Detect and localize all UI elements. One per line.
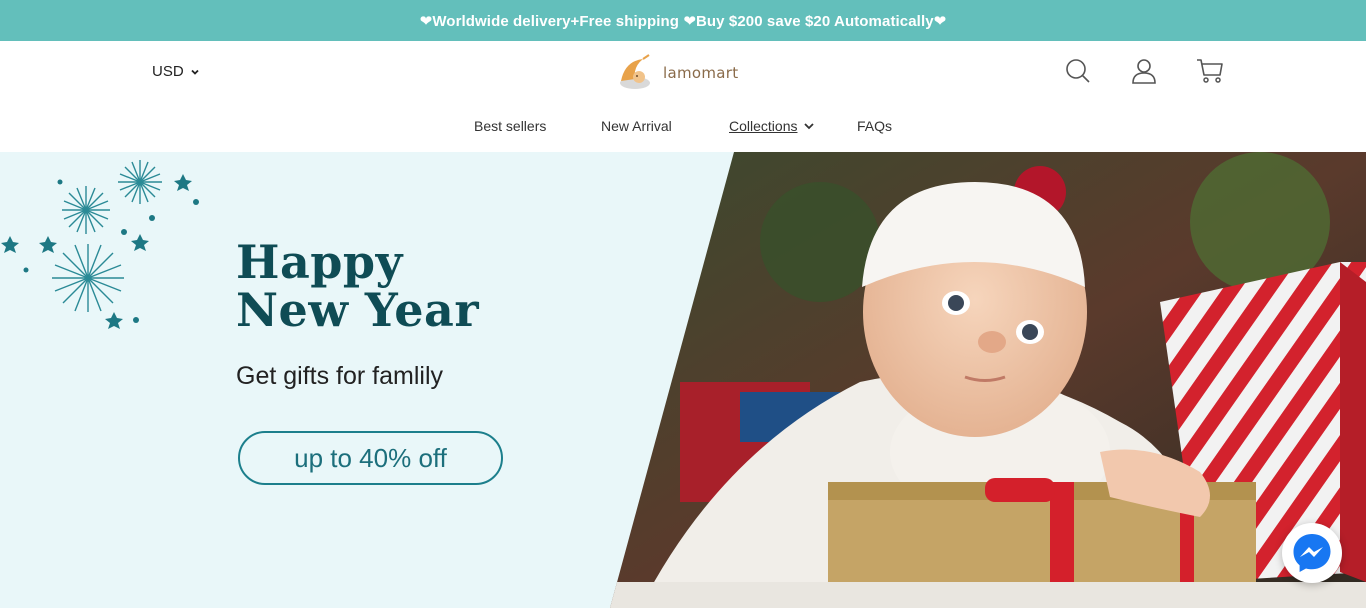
messenger-icon — [1293, 534, 1331, 572]
currency-label: USD — [152, 63, 184, 80]
hero-title-line2: New Year — [236, 283, 480, 337]
nav-collections[interactable]: Collections — [729, 118, 815, 134]
logo-mark-icon — [620, 54, 650, 89]
hero-subtitle: Get gifts for famlily — [236, 362, 443, 390]
discount-button[interactable]: up to 40% off — [238, 431, 503, 485]
nav-collections-label: Collections — [729, 118, 798, 134]
fireworks-decoration-icon — [1, 160, 199, 329]
nav-faqs[interactable]: FAQs — [857, 118, 892, 134]
nav-best-sellers[interactable]: Best sellers — [474, 118, 546, 134]
account-icon[interactable] — [1130, 57, 1158, 85]
search-icon[interactable] — [1064, 57, 1092, 85]
chevron-down-icon — [804, 123, 815, 130]
site-logo[interactable]: lamomart — [615, 53, 738, 93]
hero-title: Happy New Year — [236, 238, 479, 334]
nav-new-arrival[interactable]: New Arrival — [601, 118, 672, 134]
announcement-text: ❤Worldwide delivery+Free shipping ❤Buy $… — [419, 12, 947, 30]
site-header: USD lamomart Best sellers New Arrival Co… — [0, 41, 1366, 152]
cart-icon[interactable] — [1196, 57, 1224, 85]
announcement-bar: ❤Worldwide delivery+Free shipping ❤Buy $… — [0, 0, 1366, 41]
brand-name: lamomart — [663, 64, 739, 82]
hero-banner[interactable]: Happy New Year Get gifts for famlily up … — [0, 152, 1366, 608]
header-actions — [1064, 57, 1224, 85]
messenger-chat-button[interactable] — [1282, 523, 1342, 583]
currency-selector[interactable]: USD — [152, 63, 200, 80]
hero-title-line1: Happy — [236, 235, 403, 289]
main-nav: Best sellers New Arrival Collections FAQ… — [0, 118, 1366, 138]
chevron-down-icon — [191, 69, 199, 75]
